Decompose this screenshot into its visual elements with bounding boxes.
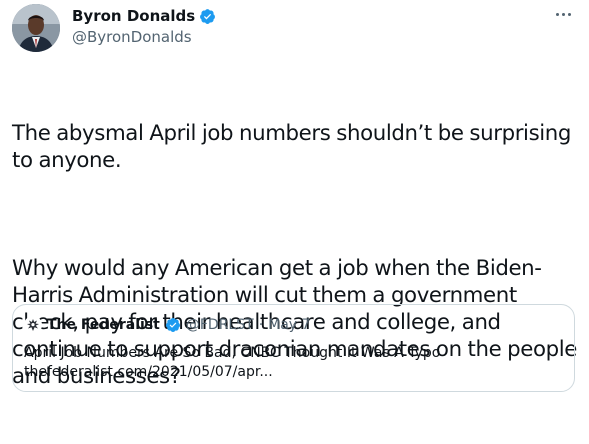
more-options-icon[interactable] [549,4,577,24]
author-name-row: Byron Donalds [72,6,216,26]
author-block: Byron Donalds @ByronDonalds [72,6,216,48]
author-handle[interactable]: @ByronDonalds [72,28,216,48]
author-avatar[interactable] [12,4,60,52]
verified-badge-icon [200,8,216,24]
tweet: Byron Donalds @ByronDonalds The abysmal … [0,0,589,400]
quoted-tweet-text: April Job Numbers Are So Bad, CNBC Thoug… [24,345,441,361]
quoted-separator: · [258,317,264,333]
quoted-author-handle[interactable]: @FDRLST [186,317,254,333]
quoted-date[interactable]: May 7 [268,317,310,333]
author-display-name[interactable]: Byron Donalds [72,7,195,25]
quoted-tweet-link[interactable]: thefederalist.com/2021/05/07/apr... [24,363,273,381]
verified-badge-icon [165,318,180,332]
quoted-tweet[interactable]: The Federalist @FDRLST · May 7 April Job… [12,304,575,392]
quoted-author-name[interactable]: The Federalist [47,317,160,333]
tweet-paragraph: The abysmal April job numbers shouldn’t … [12,121,577,173]
quoted-author-avatar[interactable] [24,316,42,334]
quoted-tweet-header: The Federalist @FDRLST · May 7 [24,316,310,334]
